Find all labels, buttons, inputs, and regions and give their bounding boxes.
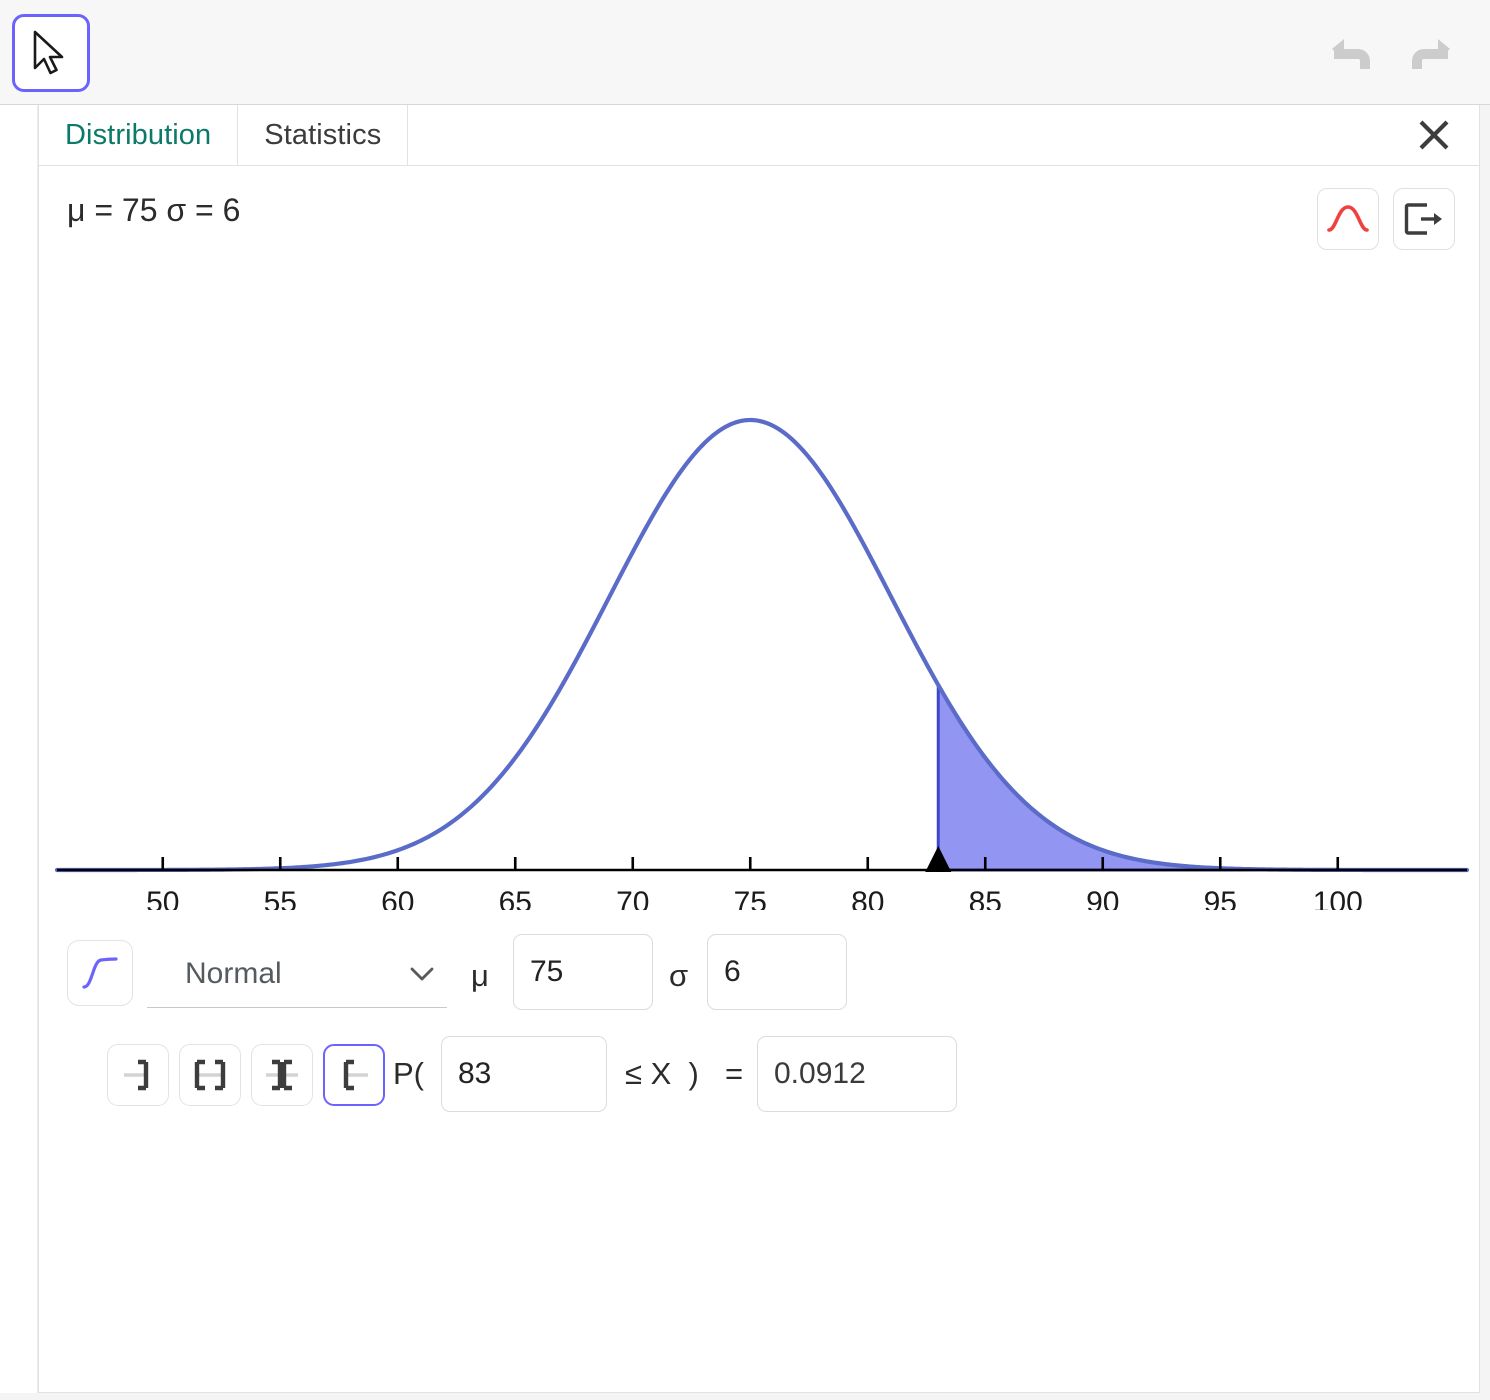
tab-distribution-label: Distribution <box>65 118 212 151</box>
tab-distribution[interactable]: Distribution <box>39 105 239 165</box>
shaded-area <box>936 679 1467 872</box>
probability-prefix: P( <box>393 1056 424 1091</box>
chevron-down-icon <box>407 964 447 984</box>
probability-result-input[interactable]: 0.0912 <box>757 1036 957 1112</box>
tab-statistics-label: Statistics <box>264 118 382 151</box>
distribution-panel: Distribution Statistics μ = 75 σ = 6 50 … <box>38 105 1480 1393</box>
x-tick-label: 80 <box>851 886 884 910</box>
x-tick-label: 60 <box>381 886 414 910</box>
mu-input[interactable]: 75 <box>513 934 653 1010</box>
two-tail-interval-button[interactable] <box>179 1044 241 1106</box>
top-toolbar <box>0 0 1490 105</box>
x-tick-label: 50 <box>146 886 179 910</box>
x-tick-label: 65 <box>499 886 532 910</box>
normal-curve-button[interactable] <box>1317 188 1379 250</box>
close-panel-button[interactable] <box>1389 105 1479 165</box>
distribution-chart-svg[interactable]: 50 55 60 65 70 75 80 85 90 95 100 <box>39 270 1479 910</box>
left-tail-interval-icon <box>124 1059 149 1091</box>
panel-left-gutter <box>0 105 38 1393</box>
x-axis-tick-labels: 50 55 60 65 70 75 80 85 90 95 100 <box>146 886 1363 910</box>
tab-statistics[interactable]: Statistics <box>238 105 409 165</box>
distribution-select[interactable]: Normal <box>147 940 447 1008</box>
probability-controls-row: P( 83 ≤ X ) = 0.0912 <box>39 1030 1479 1140</box>
pointer-icon <box>33 30 64 75</box>
normal-curve-icon <box>1327 205 1369 232</box>
between-interval-button[interactable] <box>251 1044 313 1106</box>
header-icon-group <box>1317 188 1455 250</box>
redo-button[interactable] <box>1398 24 1460 80</box>
panel-header: μ = 75 σ = 6 <box>39 166 1479 270</box>
sigma-input-value: 6 <box>724 955 741 988</box>
x-tick-label: 70 <box>616 886 649 910</box>
distribution-select-value: Normal <box>185 956 282 990</box>
undo-icon <box>1332 39 1370 69</box>
export-icon <box>1404 203 1442 235</box>
two-tail-interval-icon <box>194 1059 226 1091</box>
mu-label: μ <box>471 958 489 993</box>
distribution-calculator-window: Distribution Statistics μ = 75 σ = 6 50 … <box>0 0 1490 1400</box>
sigma-label: σ <box>669 958 689 993</box>
tabbar-spacer <box>408 105 1389 165</box>
x-axis <box>57 857 1467 872</box>
redo-icon <box>1412 39 1450 69</box>
probability-relation: ≤ X ) <box>625 1056 699 1091</box>
undo-button[interactable] <box>1322 24 1384 80</box>
cumulative-toggle-button[interactable] <box>67 940 133 1006</box>
x-tick-label: 100 <box>1313 886 1363 910</box>
right-tail-interval-button[interactable] <box>323 1044 385 1106</box>
pointer-tool-button[interactable] <box>12 14 90 92</box>
probability-result-value: 0.0912 <box>774 1057 866 1090</box>
left-tail-interval-button[interactable] <box>107 1044 169 1106</box>
x-tick-label: 95 <box>1204 886 1237 910</box>
between-interval-icon <box>266 1059 298 1091</box>
distribution-controls-row: Normal μ 75 σ 6 <box>39 922 1479 1026</box>
cumulative-curve-icon <box>82 957 118 989</box>
undo-redo-group <box>1322 24 1460 80</box>
probability-lower-input[interactable]: 83 <box>441 1036 607 1112</box>
close-icon <box>1419 120 1449 150</box>
panel-tabbar: Distribution Statistics <box>39 105 1479 166</box>
distribution-plot: 50 55 60 65 70 75 80 85 90 95 100 <box>39 270 1479 910</box>
probability-equals: = <box>725 1056 744 1091</box>
probability-lower-value: 83 <box>458 1057 492 1090</box>
x-tick-label: 90 <box>1086 886 1119 910</box>
export-button[interactable] <box>1393 188 1455 250</box>
sigma-input[interactable]: 6 <box>707 934 847 1010</box>
x-tick-label: 55 <box>264 886 297 910</box>
right-tail-interval-icon <box>343 1059 368 1091</box>
mu-input-value: 75 <box>530 955 564 988</box>
pdf-curve <box>54 417 1470 873</box>
parameters-summary: μ = 75 σ = 6 <box>67 192 241 228</box>
x-tick-label: 75 <box>734 886 767 910</box>
x-tick-label: 85 <box>969 886 1002 910</box>
